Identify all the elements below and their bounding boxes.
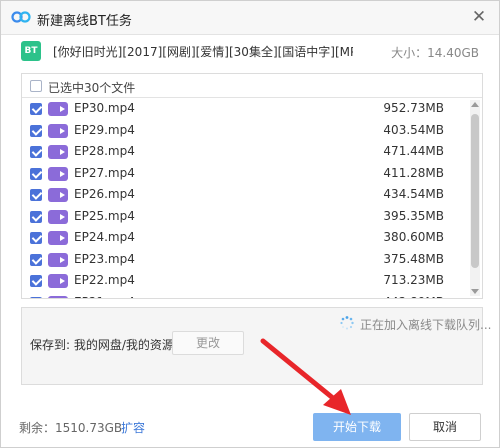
file-list: 已选中30个文件 EP30.mp4 952.73MB EP29.mp4 403.54M…: [21, 73, 483, 299]
file-name: EP21.mp4: [74, 295, 135, 299]
video-file-icon: [48, 188, 68, 202]
file-row[interactable]: EP22.mp4 713.23MB: [22, 270, 468, 292]
video-file-icon: [48, 123, 68, 138]
file-checkbox[interactable]: [30, 253, 42, 266]
baidu-netdisk-logo-icon: [11, 11, 31, 23]
file-checkbox[interactable]: [30, 275, 42, 287]
file-name: EP30.mp4: [74, 101, 135, 115]
file-size: 952.73MB: [383, 101, 444, 115]
file-size: 375.48MB: [383, 251, 444, 266]
file-row[interactable]: EP24.mp4 380.60MB: [22, 227, 468, 249]
selected-count-label: 已选中30个文件: [48, 81, 136, 95]
file-rows: EP30.mp4 952.73MB EP29.mp4 403.54MB EP28.mp4…: [22, 98, 468, 298]
dialog-title: 新建离线BT任务: [37, 14, 132, 29]
file-list-header: 已选中30个文件: [22, 74, 482, 98]
file-size: 380.60MB: [383, 230, 444, 244]
file-name: EP24.mp4: [74, 230, 135, 244]
file-checkbox[interactable]: [30, 296, 42, 298]
file-row[interactable]: EP28.mp4 471.44MB: [22, 141, 468, 163]
file-checkbox[interactable]: [30, 167, 42, 180]
file-row[interactable]: EP21.mp4 442.89MB: [22, 292, 468, 299]
file-size: 442.89MB: [383, 295, 444, 299]
file-name: EP29.mp4: [74, 122, 135, 137]
file-row[interactable]: EP26.mp4 434.54MB: [22, 184, 468, 206]
total-size: 大小：14.40GB: [391, 46, 479, 60]
video-file-icon: [48, 102, 68, 116]
file-checkbox[interactable]: [30, 210, 42, 223]
loading-spinner-icon: [340, 316, 354, 330]
video-file-icon: [48, 231, 68, 245]
cancel-button[interactable]: 取消: [409, 413, 481, 441]
scroll-up-arrow-icon[interactable]: [471, 102, 479, 107]
file-row[interactable]: EP25.mp4 395.35MB: [22, 206, 468, 228]
scroll-thumb[interactable]: [471, 114, 479, 268]
video-file-icon: [48, 295, 68, 298]
video-file-icon: [48, 252, 68, 267]
save-location-panel: 正在加入离线下载队列... 保存到: 我的网盘/我的资源 更改: [21, 307, 491, 385]
file-name: EP27.mp4: [74, 165, 135, 180]
video-file-icon: [48, 145, 68, 159]
change-path-button[interactable]: 更改: [172, 331, 244, 355]
video-file-icon: [48, 166, 68, 181]
file-name: EP28.mp4: [74, 144, 135, 158]
file-list-scrollbar[interactable]: [470, 100, 480, 296]
file-name: EP22.mp4: [74, 273, 135, 287]
video-file-icon: [48, 209, 68, 224]
select-all-checkbox[interactable]: [30, 80, 42, 92]
save-path-label: 保存到: 我的网盘/我的资源: [30, 338, 174, 352]
file-checkbox[interactable]: [30, 103, 42, 115]
remaining-space: 剩余：1510.73GB: [19, 421, 123, 435]
queue-status-text: 正在加入离线下载队列...: [360, 318, 492, 332]
file-size: 411.28MB: [383, 165, 444, 180]
file-name: EP25.mp4: [74, 208, 135, 223]
start-download-button[interactable]: 开始下载: [313, 413, 401, 441]
file-checkbox[interactable]: [30, 232, 42, 244]
file-row[interactable]: EP30.mp4 952.73MB: [22, 98, 468, 120]
file-name: EP26.mp4: [74, 187, 135, 201]
file-row[interactable]: EP27.mp4 411.28MB: [22, 163, 468, 185]
expand-storage-link[interactable]: 扩容: [121, 419, 145, 436]
offline-bt-task-dialog: 新建离线BT任务 ✕ BT [你好旧时光][2017][网剧][爱情][30集全…: [0, 0, 500, 448]
file-size: 434.54MB: [383, 187, 444, 201]
scroll-down-arrow-icon[interactable]: [471, 289, 479, 294]
file-row[interactable]: EP23.mp4 375.48MB: [22, 249, 468, 271]
close-icon[interactable]: ✕: [469, 7, 489, 27]
bt-file-icon: BT: [21, 41, 41, 61]
file-checkbox[interactable]: [30, 124, 42, 137]
file-size: 471.44MB: [383, 144, 444, 158]
file-size: 395.35MB: [383, 208, 444, 223]
file-size: 713.23MB: [383, 273, 444, 287]
file-size: 403.54MB: [383, 122, 444, 137]
title-bar: 新建离线BT任务 ✕: [1, 1, 499, 35]
file-checkbox[interactable]: [30, 146, 42, 158]
file-row[interactable]: EP29.mp4 403.54MB: [22, 120, 468, 142]
file-name: EP23.mp4: [74, 251, 135, 266]
file-checkbox[interactable]: [30, 189, 42, 201]
video-file-icon: [48, 274, 68, 288]
torrent-name: [你好旧时光][2017][网剧][爱情][30集全][国语中字][MP4][7…: [53, 45, 353, 59]
